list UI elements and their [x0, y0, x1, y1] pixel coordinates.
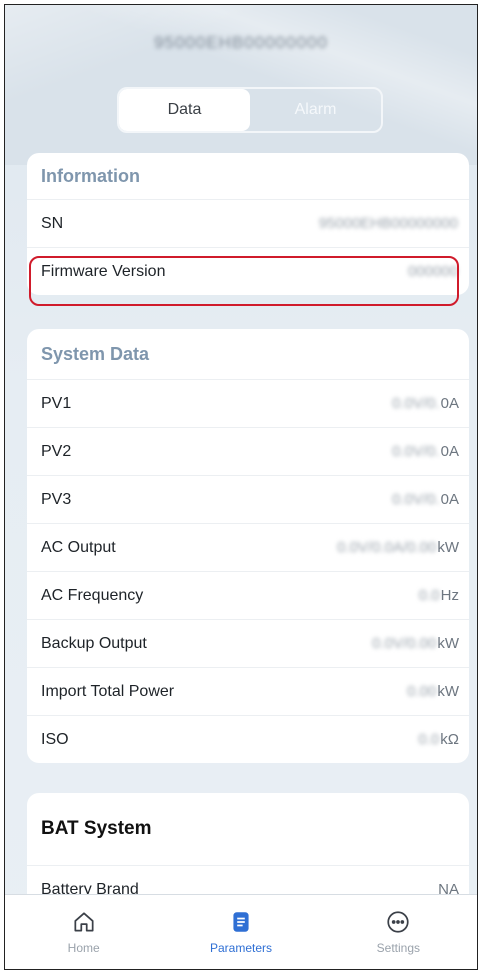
row-value: 0.0: [418, 587, 440, 604]
row-value: 0.0: [418, 731, 440, 748]
row-value: 0.0V/0.00: [372, 635, 437, 652]
row-value: 0.0V/0.: [392, 395, 440, 412]
sys-row-iso: ISO 0.0 kΩ: [27, 716, 469, 763]
tab-home[interactable]: Home: [5, 895, 162, 969]
device-serial-title: 95000EHB00000000: [154, 33, 328, 52]
sys-row-pv2: PV2 0.0V/0. 0A: [27, 428, 469, 476]
row-unit: kW: [437, 635, 459, 652]
tab-home-label: Home: [67, 941, 100, 955]
row-label: Import Total Power: [41, 682, 175, 700]
tab-settings-label: Settings: [376, 941, 420, 955]
row-value: 0.00: [407, 683, 437, 700]
bottom-tab-bar: Home Parameters Settings: [5, 894, 477, 969]
tab-alarm[interactable]: Alarm: [250, 89, 381, 131]
information-card: Information SN 95000EHB00000000 Firmware…: [27, 153, 469, 295]
app-frame: 95000EHB00000000 Data Alarm Information …: [4, 4, 478, 970]
row-label: AC Frequency: [41, 586, 144, 604]
sys-row-import-total-power: Import Total Power 0.00 kW: [27, 668, 469, 716]
row-unit: kW: [437, 683, 459, 700]
parameters-icon: [233, 912, 249, 932]
row-label: PV3: [41, 490, 72, 508]
tab-data[interactable]: Data: [119, 89, 250, 131]
home-icon: [74, 912, 94, 932]
row-label: Firmware Version: [41, 262, 166, 280]
row-value: 0.0V/0.: [392, 443, 440, 460]
tab-parameters[interactable]: Parameters: [162, 895, 319, 969]
row-unit: Hz: [440, 587, 459, 604]
row-label: Backup Output: [41, 634, 147, 652]
bat-system-title: BAT System: [27, 793, 469, 866]
info-row-firmware-version: Firmware Version 000000: [27, 248, 469, 295]
row-label: PV1: [41, 394, 72, 412]
row-unit: kW: [437, 539, 459, 556]
information-title: Information: [27, 153, 469, 200]
row-unit: 0A: [440, 395, 459, 412]
sys-row-pv3: PV3 0.0V/0. 0A: [27, 476, 469, 524]
row-unit: 0A: [440, 443, 459, 460]
data-alarm-segmented-control: Data Alarm: [117, 87, 383, 133]
row-value: 000000: [407, 263, 458, 280]
system-data-title: System Data: [27, 329, 469, 380]
settings-icon: [387, 911, 409, 933]
tab-parameters-label: Parameters: [209, 941, 272, 955]
info-row-sn: SN 95000EHB00000000: [27, 200, 469, 248]
sys-row-pv1: PV1 0.0V/0. 0A: [27, 380, 469, 428]
row-label: SN: [41, 214, 64, 232]
row-label: ISO: [41, 730, 69, 748]
row-value: 0.0V/0.: [392, 491, 440, 508]
row-unit: kΩ: [440, 731, 459, 748]
row-value: 0.0V/0.0A/0.00: [337, 539, 437, 556]
sys-row-ac-output: AC Output 0.0V/0.0A/0.00 kW: [27, 524, 469, 572]
sys-row-backup-output: Backup Output 0.0V/0.00 kW: [27, 620, 469, 668]
row-label: PV2: [41, 442, 72, 460]
row-label: AC Output: [41, 538, 116, 556]
row-unit: 0A: [440, 491, 459, 508]
tab-settings[interactable]: Settings: [320, 895, 477, 969]
header-background: [5, 5, 477, 165]
sys-row-ac-frequency: AC Frequency 0.0 Hz: [27, 572, 469, 620]
system-data-card: System Data PV1 0.0V/0. 0A PV2 0.0V/0. 0A …: [27, 329, 469, 763]
row-value: 95000EHB00000000: [318, 215, 458, 232]
